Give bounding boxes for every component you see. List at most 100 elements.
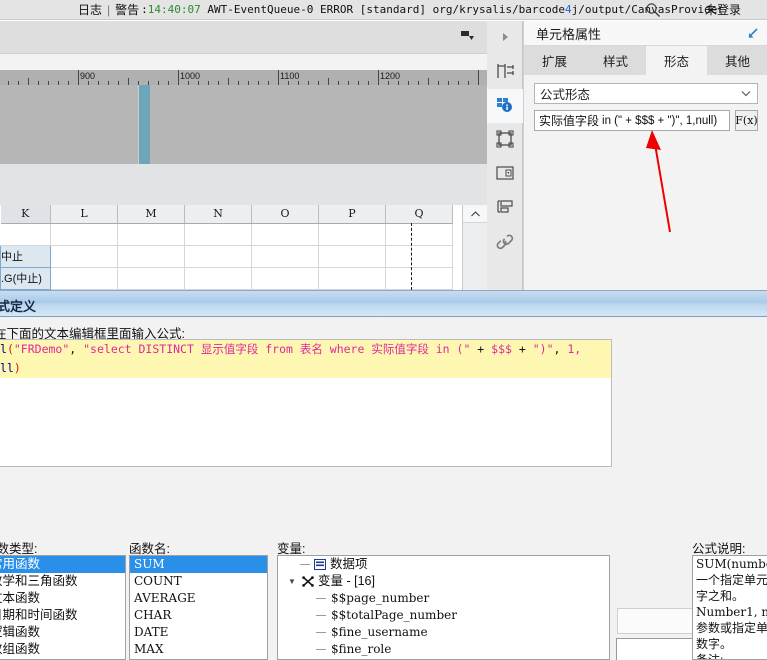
grid-column-header[interactable]: N <box>184 205 252 224</box>
list-item-label: $$page_number <box>331 591 430 605</box>
chevron-down-icon[interactable]: ▼ <box>284 573 300 590</box>
function-name-item-3[interactable]: CHAR <box>130 607 267 624</box>
function-type-list[interactable]: 常用函数数学和三角函数文本函数日期和时间函数逻辑函数数组函数其他函数 <box>0 555 126 660</box>
grid-cell[interactable] <box>251 267 319 290</box>
formula-token: "FRDemo" <box>13 342 70 356</box>
tab-3[interactable]: 其他 <box>707 46 767 75</box>
formula-editor[interactable]: l("FRDemo", "select DISTINCT 显示值字段 from … <box>0 339 612 467</box>
function-name-list[interactable]: SUM COUNT AVERAGE CHAR DATE MAX <box>129 555 268 660</box>
grid-cell[interactable] <box>50 267 118 290</box>
grid-column-header[interactable]: P <box>318 205 386 224</box>
function-type-item-3[interactable]: 日期和时间函数 <box>0 607 125 624</box>
ruler-tick <box>178 70 179 85</box>
grid-cell[interactable] <box>50 245 118 268</box>
expand-arrow-button[interactable] <box>487 21 523 55</box>
grid-cell[interactable] <box>50 223 118 246</box>
grid-cell[interactable] <box>117 223 185 246</box>
flag-dropdown-icon[interactable] <box>459 30 475 44</box>
grid-cell[interactable] <box>318 223 386 246</box>
formula-line[interactable]: ll) <box>0 359 611 378</box>
list-item[interactable]: $$totalPage_number <box>278 607 609 624</box>
right-icon-rail[interactable] <box>487 21 523 290</box>
variable-tree[interactable]: 数据项 ▼ 变量 - [16] $$page_number $$totalPage_nu… <box>277 555 610 660</box>
canvas-selection-band[interactable] <box>139 85 150 164</box>
grid-cell[interactable]: .G(中止) <box>0 266 51 290</box>
description-line-4: 参数或指定单 <box>696 621 767 635</box>
fx-button[interactable]: F(x) <box>735 110 758 131</box>
collapse-arrow-icon[interactable] <box>745 26 760 41</box>
grid-cell[interactable] <box>117 245 185 268</box>
list-item[interactable]: $fine_username <box>278 624 609 641</box>
grid-cell[interactable]: 中止 <box>0 244 51 268</box>
function-name-item-5[interactable]: MAX <box>130 641 267 658</box>
ruler-tick <box>328 78 329 85</box>
grid-cell[interactable] <box>184 267 252 290</box>
function-name-item-4[interactable]: DATE <box>130 624 267 641</box>
ruler-tick <box>28 78 29 85</box>
tab-0[interactable]: 扩展 <box>524 46 585 75</box>
grid-column-header[interactable]: L <box>50 205 118 224</box>
grid-cell[interactable] <box>251 223 319 246</box>
widget-button[interactable] <box>487 157 523 191</box>
grid-cell[interactable] <box>318 267 386 290</box>
grid-cell[interactable] <box>385 245 453 268</box>
chevron-down-icon[interactable] <box>741 89 751 99</box>
function-type-item-4[interactable]: 逻辑函数 <box>0 624 125 641</box>
grid-column-header[interactable]: Q <box>385 205 453 224</box>
ruler-tick <box>228 78 229 85</box>
hyperlink-button[interactable] <box>487 225 523 259</box>
list-item[interactable]: $fine_role <box>278 641 609 658</box>
grid-cell[interactable] <box>184 245 252 268</box>
properties-tabbar[interactable]: 扩展 样式 形态 其他 <box>524 46 767 75</box>
grid-column-header[interactable]: K <box>0 205 51 224</box>
horizontal-ruler: 900 1000 1100 1200 <box>0 70 487 85</box>
layout-button[interactable] <box>487 55 523 89</box>
log-time: 14:40:07 <box>147 3 201 16</box>
formula-input[interactable]: 实际值字段 in (" + $$$ + ")", 1,null) <box>534 110 730 131</box>
morph-type-select[interactable]: 公式形态 <box>534 83 758 104</box>
ruler-label: 1000 <box>180 71 201 81</box>
formula-token: "select DISTINCT 显示值字段 from 表名 where 实际值… <box>83 342 471 356</box>
function-type-item-1[interactable]: 数学和三角函数 <box>0 573 125 590</box>
formula-token: , <box>553 342 568 356</box>
grid-cell[interactable] <box>385 267 453 290</box>
frame-button[interactable] <box>487 123 523 157</box>
spreadsheet-grid[interactable]: K L M N O P Q 中止 .G(中止) <box>0 205 487 312</box>
tab-2[interactable]: 形态 <box>646 46 707 75</box>
list-item[interactable]: ▼ 变量 - [16] <box>278 573 609 590</box>
user-status[interactable]: 未登录 <box>705 1 741 18</box>
function-type-item-5[interactable]: 数组函数 <box>0 641 125 658</box>
cell-attributes-button[interactable] <box>487 89 523 123</box>
form-button[interactable] <box>487 191 523 225</box>
grid-cell[interactable] <box>385 223 453 246</box>
function-name-item-2[interactable]: AVERAGE <box>130 590 267 607</box>
grid-vertical-scrollbar[interactable] <box>462 205 488 290</box>
grid-cell[interactable] <box>251 245 319 268</box>
grid-column-header[interactable]: O <box>251 205 319 224</box>
function-name-item-1[interactable]: COUNT <box>130 573 267 590</box>
formula-token: + <box>511 342 533 356</box>
formula-line[interactable]: l("FRDemo", "select DISTINCT 显示值字段 from … <box>0 340 611 359</box>
list-item[interactable]: 数据项 <box>278 556 609 573</box>
formula-token: , <box>69 342 84 356</box>
page-canvas[interactable] <box>0 85 487 165</box>
tab-1[interactable]: 样式 <box>585 46 646 75</box>
function-name-item-0[interactable]: SUM <box>130 556 267 573</box>
toolbar-gap <box>0 54 487 70</box>
grid-cell[interactable] <box>117 267 185 290</box>
properties-body: 公式形态 实际值字段 in (" + $$$ + ")", 1,null) F(… <box>524 75 767 290</box>
search-icon[interactable] <box>645 2 661 18</box>
grid-cell[interactable] <box>184 223 252 246</box>
function-type-item-0[interactable]: 常用函数 <box>0 556 125 573</box>
description-line-3: Number1, num <box>696 605 767 619</box>
grid-column-header[interactable]: M <box>117 205 185 224</box>
formula-editor-gap <box>0 467 612 494</box>
log-path-a: org/krysalis/barcode <box>432 3 566 16</box>
scroll-up-button[interactable] <box>463 205 488 223</box>
expand-arrow-icon <box>499 31 511 46</box>
list-item[interactable]: $$page_number <box>278 590 609 607</box>
grid-cell[interactable] <box>0 223 51 246</box>
function-type-item-2[interactable]: 文本函数 <box>0 590 125 607</box>
grid-cell[interactable] <box>318 245 386 268</box>
ruler-tick <box>478 70 479 85</box>
